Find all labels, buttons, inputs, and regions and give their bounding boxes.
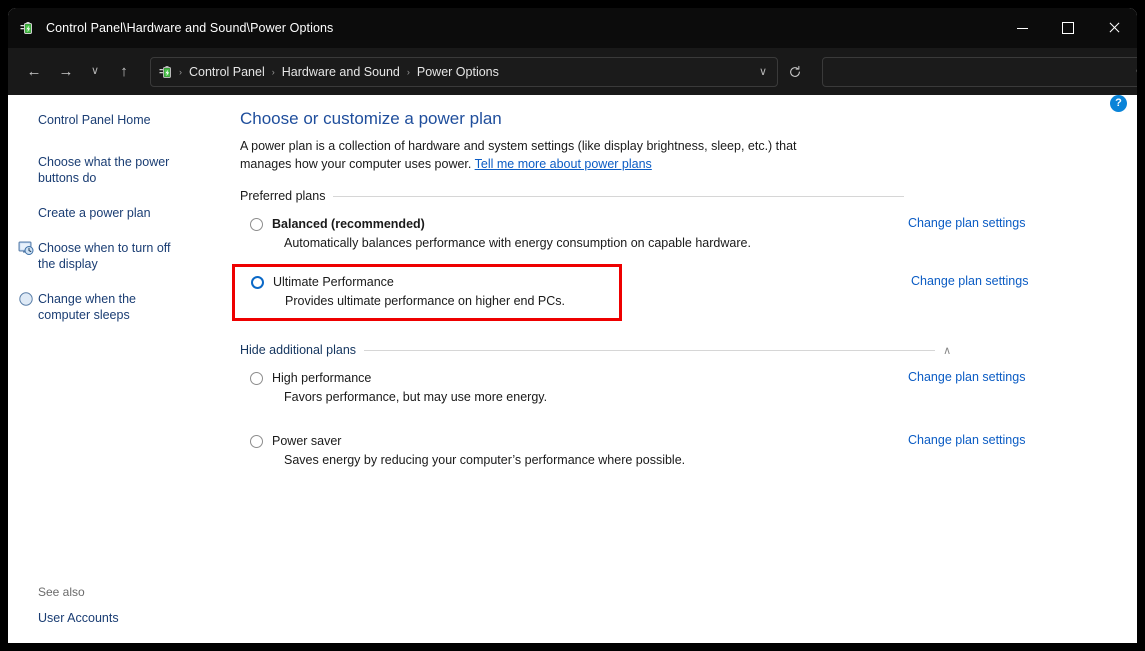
sidebar-item-label: User Accounts [38,611,119,625]
page-description: A power plan is a collection of hardware… [230,137,837,173]
sidebar-item-turn-off-display[interactable]: Choose when to turn off the display [8,237,200,275]
preferred-plans-list: Balanced (recommended) Automatically bal… [230,213,1137,321]
sidebar-item-label: Change when the computer sleeps [38,292,136,322]
address-chevron-down-icon[interactable]: ∨ [751,65,775,78]
minimize-button[interactable] [999,8,1045,48]
forward-arrow-icon: → [58,63,74,80]
sidebar-item-label: Control Panel Home [38,113,151,127]
breadcrumb-item-power-options[interactable]: Power Options [412,62,504,82]
breadcrumb-item-control-panel[interactable]: Control Panel [184,62,270,82]
close-button[interactable] [1091,8,1137,48]
power-options-icon [20,20,36,36]
sleep-moon-icon [18,291,34,307]
breadcrumb-item-hardware-and-sound[interactable]: Hardware and Sound [277,62,405,82]
breadcrumb-separator: › [179,66,182,77]
page-title: Choose or customize a power plan [240,109,502,128]
main-panel: ? Choose or customize a power plan A pow… [230,95,1137,643]
additional-plans-header[interactable]: Hide additional plans ∧ [230,343,1137,357]
back-arrow-icon: ← [26,63,42,80]
plan-row-power-saver[interactable]: Power saver Saves energy by reducing you… [250,430,1025,471]
sidebar: Control Panel Home Choose what the power… [8,95,230,643]
see-also-section: See also User Accounts [8,585,230,629]
plan-name: Ultimate Performance [273,275,394,289]
search-input[interactable] [831,63,1135,80]
sidebar-item-control-panel-home[interactable]: Control Panel Home [8,109,200,131]
recent-locations-button[interactable]: ∨ [82,57,108,87]
plan-row-ultimate-performance[interactable]: Ultimate Performance Provides ultimate p… [232,264,1028,321]
sidebar-item-label: Choose what the power buttons do [38,155,170,185]
up-button[interactable]: ↑ [108,57,140,87]
chevron-down-icon: ∨ [90,65,100,77]
radio-balanced[interactable] [250,218,263,231]
plan-description: Provides ultimate performance on higher … [285,294,566,308]
tell-me-more-link[interactable]: Tell me more about power plans [475,157,652,171]
plan-description: Automatically balances performance with … [284,236,751,250]
maximize-icon [1062,22,1074,34]
display-clock-icon [18,240,34,256]
close-icon [1108,22,1120,34]
sidebar-item-label: Choose when to turn off the display [38,241,171,271]
sidebar-item-create-power-plan[interactable]: Create a power plan [8,202,200,224]
refresh-icon [790,65,800,77]
help-button[interactable]: ? [1110,95,1127,112]
change-plan-settings-power-saver[interactable]: Change plan settings [908,433,1025,447]
title-bar: Control Panel\Hardware and Sound\Power O… [8,8,1137,48]
section-divider [364,349,936,351]
help-question-icon: ? [1115,97,1122,109]
navigation-toolbar: ← → ∨ ↑ › Control Panel › Hardware and S… [8,48,1137,95]
radio-power-saver[interactable] [250,435,263,448]
radio-high-performance[interactable] [250,372,263,385]
refresh-button[interactable] [780,58,810,86]
breadcrumb-separator: › [406,66,410,77]
address-bar[interactable]: › Control Panel › Hardware and Sound › P… [150,56,778,87]
plan-description: Saves energy by reducing your computer’s… [284,453,686,467]
plan-row-balanced[interactable]: Balanced (recommended) Automatically bal… [250,213,1025,254]
hide-additional-plans-label[interactable]: Hide additional plans [240,343,364,357]
change-plan-settings-balanced[interactable]: Change plan settings [908,216,1025,230]
preferred-plans-label: Preferred plans [240,189,326,203]
window-title: Control Panel\Hardware and Sound\Power O… [46,21,334,35]
minimize-icon [1016,27,1028,29]
search-box[interactable] [822,56,1137,87]
back-button[interactable]: ← [18,57,50,87]
change-plan-settings-high-performance[interactable]: Change plan settings [908,370,1025,384]
plan-name: High performance [272,371,372,385]
content-area: Control Panel Home Choose what the power… [8,95,1137,643]
plan-name: Power saver [272,434,342,448]
additional-plans-list: High performance Favors performance, but… [230,367,1137,471]
radio-ultimate-performance[interactable] [251,276,264,289]
see-also-title: See also [38,585,85,599]
breadcrumb-separator: › [271,66,275,77]
breadcrumb-power-icon [159,64,175,80]
plan-description: Favors performance, but may use more ene… [284,390,548,404]
sidebar-item-choose-power-buttons[interactable]: Choose what the power buttons do [8,151,200,189]
plan-row-high-performance[interactable]: High performance Favors performance, but… [250,367,1025,408]
window-controls [999,8,1137,48]
search-icon [1136,68,1137,72]
chevron-up-icon[interactable]: ∧ [943,344,951,357]
power-options-window: Control Panel\Hardware and Sound\Power O… [8,8,1137,643]
section-divider [333,195,905,197]
plan-name: Balanced (recommended) [272,217,425,231]
up-arrow-icon: ↑ [120,63,128,80]
sidebar-item-label: Create a power plan [38,206,151,220]
preferred-plans-header: Preferred plans [230,189,1137,203]
maximize-button[interactable] [1045,8,1091,48]
sidebar-item-change-when-computer-sleeps[interactable]: Change when the computer sleeps [8,288,200,326]
sidebar-item-user-accounts[interactable]: User Accounts [8,607,200,629]
change-plan-settings-ultimate-performance[interactable]: Change plan settings [911,274,1028,288]
forward-button[interactable]: → [50,57,82,87]
